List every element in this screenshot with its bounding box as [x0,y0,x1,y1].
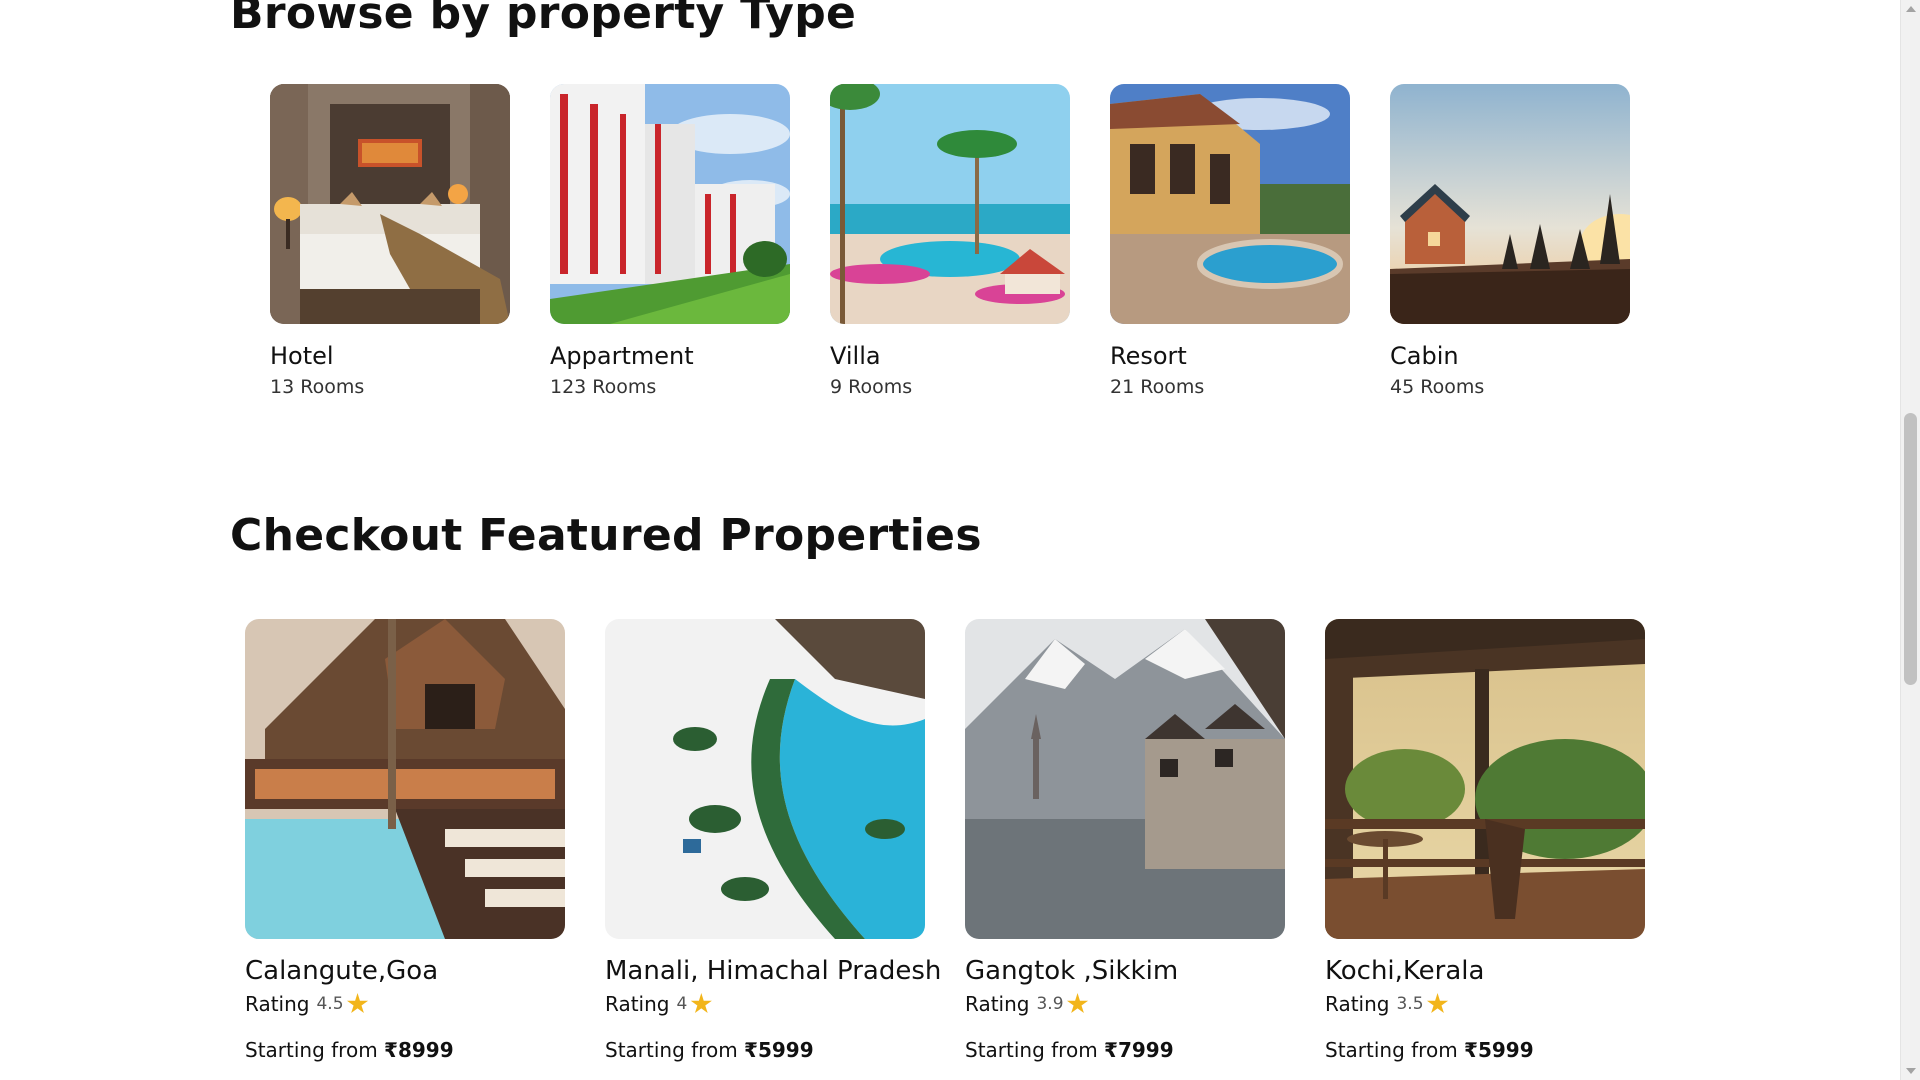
property-image[interactable] [965,619,1285,939]
star-icon [346,993,369,1014]
property-type-name: Cabin [1390,342,1459,370]
vertical-scrollbar[interactable] [1900,0,1920,1080]
price-value: ₹5999 [744,1038,814,1062]
property-price: Starting from ₹8999 [245,1038,565,1062]
star-icon [690,993,712,1014]
property-rating: Rating 3.9 [965,992,1285,1016]
property-type-card-appartment[interactable]: Appartment 123 Rooms [550,84,790,398]
property-location: Manali, Himachal Pradesh [605,956,942,986]
rating-label: Rating [1325,992,1390,1016]
price-value: ₹5999 [1464,1038,1534,1062]
resort-image[interactable] [1110,84,1350,324]
appartment-image[interactable] [550,84,790,324]
rating-label: Rating [245,992,310,1016]
rating-value: 4.5 [316,994,344,1014]
property-type-card-hotel[interactable]: Hotel 13 Rooms [270,84,510,398]
property-type-rooms: 13 Rooms [270,376,365,398]
cabin-image[interactable] [1390,84,1630,324]
rating-value: 3.5 [1396,994,1424,1014]
rating-value: 4 [676,994,688,1014]
property-type-name: Villa [830,342,881,370]
property-image[interactable] [605,619,925,939]
browse-section-title: Browse by property Type [230,0,857,39]
rating-label: Rating [605,992,670,1016]
rating-label: Rating [965,992,1030,1016]
star-icon [1066,993,1089,1014]
property-type-name: Appartment [550,342,694,370]
scroll-up-arrow-icon[interactable] [1906,6,1916,12]
property-rating: Rating 4.5 [245,992,565,1016]
property-type-card-resort[interactable]: Resort 21 Rooms [1110,84,1350,398]
property-type-rooms: 123 Rooms [550,376,657,398]
star-icon [1426,993,1449,1014]
price-prefix: Starting from [605,1038,738,1062]
property-type-rooms: 21 Rooms [1110,376,1205,398]
property-type-card-villa[interactable]: Villa 9 Rooms [830,84,1070,398]
featured-section-title: Checkout Featured Properties [230,510,982,561]
property-type-rooms: 45 Rooms [1390,376,1485,398]
property-rating: Rating 4 [605,992,925,1016]
page: Browse by property Type Hotel 13 Rooms A… [0,0,1900,1080]
scroll-down-arrow-icon[interactable] [1906,1068,1916,1074]
property-type-rooms: 9 Rooms [830,376,913,398]
property-price: Starting from ₹7999 [965,1038,1285,1062]
property-type-card-cabin[interactable]: Cabin 45 Rooms [1390,84,1630,398]
property-price: Starting from ₹5999 [1325,1038,1645,1062]
property-image[interactable] [1325,619,1645,939]
property-type-name: Hotel [270,342,334,370]
property-type-name: Resort [1110,342,1187,370]
villa-image[interactable] [830,84,1070,324]
property-location: Gangtok ,Sikkim [965,956,1179,986]
featured-property-card[interactable]: Gangtok ,Sikkim Rating 3.9 Starting from… [965,619,1285,1062]
property-rating: Rating 3.5 [1325,992,1645,1016]
scrollbar-thumb[interactable] [1904,413,1917,685]
featured-property-card[interactable]: Kochi,Kerala Rating 3.5 Starting from ₹5… [1325,619,1645,1062]
price-value: ₹7999 [1104,1038,1174,1062]
property-location: Calangute,Goa [245,956,439,986]
price-prefix: Starting from [1325,1038,1458,1062]
hotel-image[interactable] [270,84,510,324]
property-image[interactable] [245,619,565,939]
price-prefix: Starting from [965,1038,1098,1062]
property-location: Kochi,Kerala [1325,956,1485,986]
price-value: ₹8999 [384,1038,454,1062]
price-prefix: Starting from [245,1038,378,1062]
featured-property-card[interactable]: Manali, Himachal Pradesh Rating 4 Starti… [605,619,942,1062]
rating-value: 3.9 [1036,994,1064,1014]
property-price: Starting from ₹5999 [605,1038,925,1062]
featured-property-card[interactable]: Calangute,Goa Rating 4.5 Starting from ₹… [245,619,565,1062]
